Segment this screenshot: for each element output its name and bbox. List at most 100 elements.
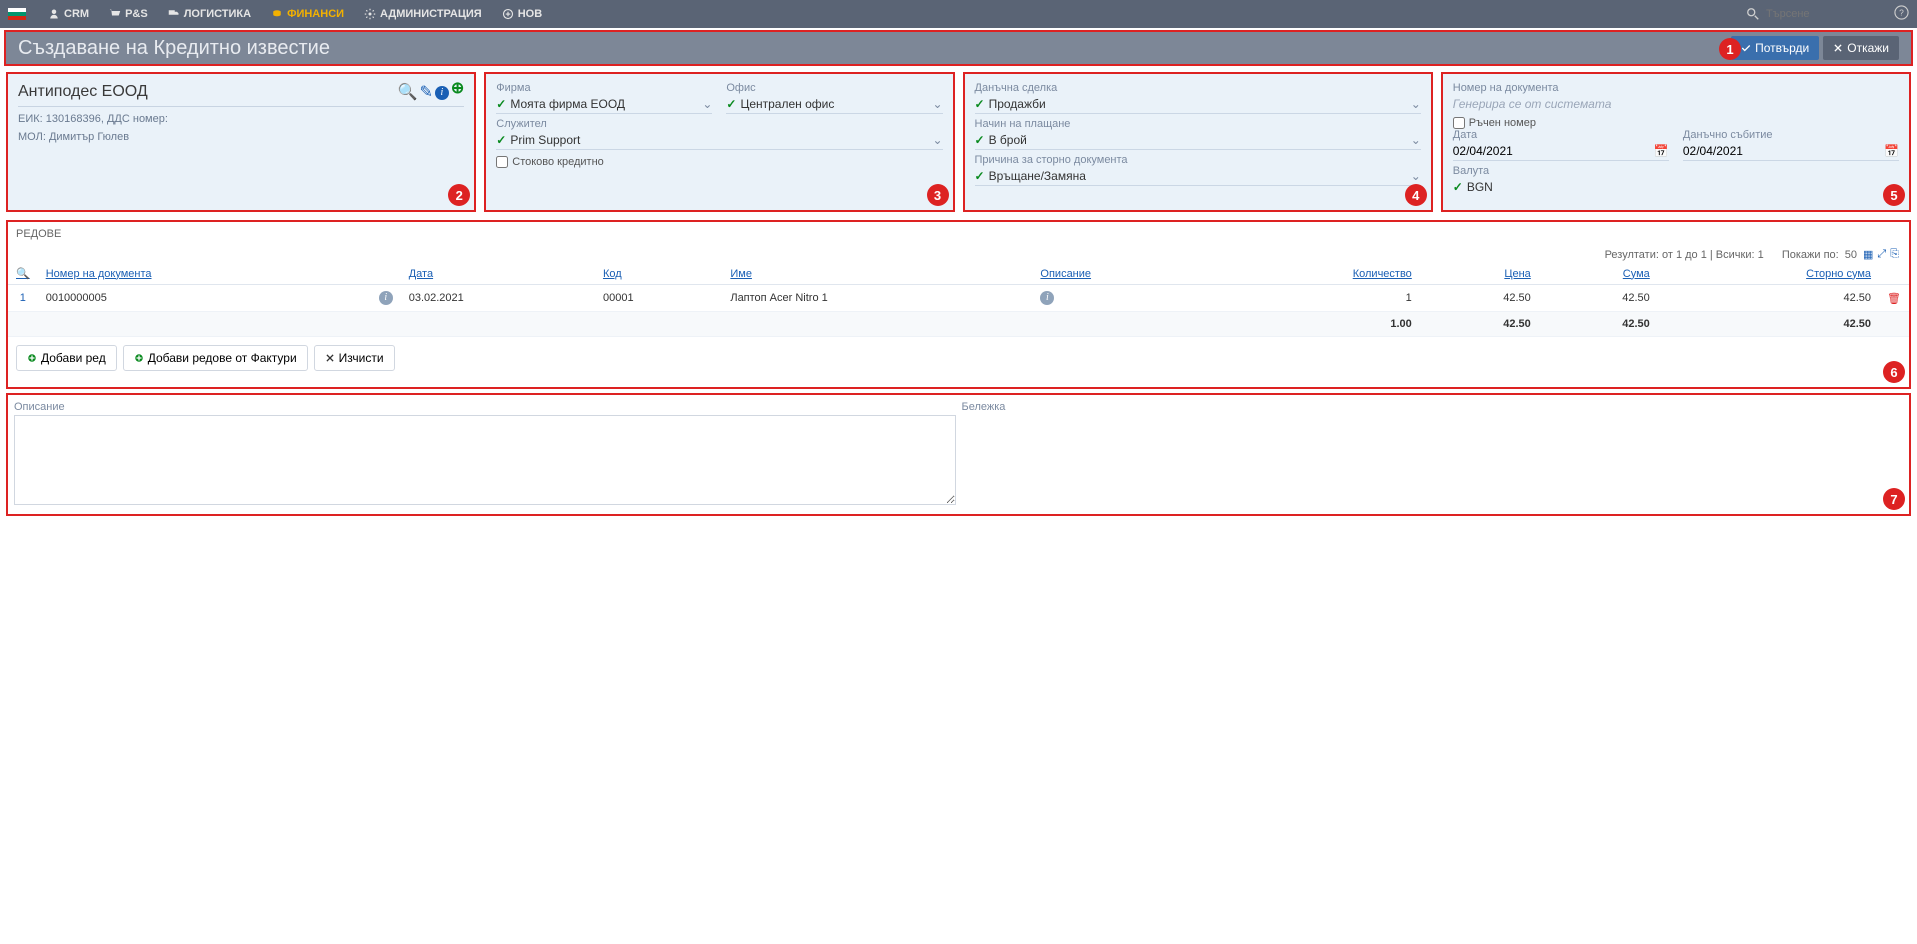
nav-label: ЛОГИСТИКА (184, 8, 251, 20)
date-input[interactable]: 📅 (1453, 142, 1669, 161)
coins-icon (271, 8, 283, 20)
edit-client-icon[interactable]: ✎ (419, 82, 432, 102)
nav-search[interactable] (1746, 7, 1886, 21)
check-icon: ✓ (975, 97, 985, 111)
row-docnum: 0010000005 (38, 285, 371, 312)
cancel-button[interactable]: Откажи (1823, 36, 1899, 60)
nav-ps[interactable]: P&S (99, 0, 158, 28)
tax-event-field[interactable] (1683, 144, 1884, 158)
search-icon (1746, 7, 1760, 21)
office-select[interactable]: ✓ Централен офис ⌄ (726, 95, 942, 114)
annotation-6: 6 (1883, 361, 1905, 383)
tax-deal-select[interactable]: ✓ Продажби ⌄ (975, 95, 1421, 114)
total-price: 42.50 (1420, 312, 1539, 337)
help-icon[interactable]: ? (1894, 5, 1909, 23)
nav-admin[interactable]: АДМИНИСТРАЦИЯ (354, 0, 492, 28)
cart-icon (109, 8, 121, 20)
nav-new[interactable]: НОВ (492, 0, 552, 28)
flag-icon (8, 8, 26, 20)
note-textarea[interactable] (962, 415, 1904, 505)
col-sum[interactable]: Сума (1539, 263, 1658, 285)
close-icon (1833, 43, 1843, 53)
calendar-icon[interactable]: 📅 (1654, 144, 1669, 158)
employee-select[interactable]: ✓ Prim Support ⌄ (496, 131, 942, 150)
doc-card: Номер на документа Генерира се от систем… (1441, 72, 1911, 212)
search-column-icon[interactable]: 🔍 (8, 263, 38, 285)
calendar-icon[interactable]: 📅 (1884, 144, 1899, 158)
chevron-down-icon: ⌄ (1411, 169, 1421, 183)
col-date[interactable]: Дата (401, 263, 595, 285)
row-name: Лаптоп Acer Nitro 1 (722, 285, 1032, 312)
button-label: Потвърди (1755, 41, 1809, 55)
grid-icon[interactable]: ▦ (1863, 248, 1873, 261)
firm-select[interactable]: ✓ Моята фирма ЕООД ⌄ (496, 95, 712, 114)
search-client-icon[interactable]: 🔍 (398, 82, 418, 102)
col-desc[interactable]: Описание (1032, 263, 1214, 285)
row-price: 42.50 (1420, 285, 1539, 312)
trash-icon[interactable]: 🗑 (1887, 293, 1901, 305)
nav-label: P&S (125, 8, 148, 20)
results-text: Резултати: от 1 до 1 | Всички: 1 (1605, 249, 1764, 261)
people-icon (48, 8, 60, 20)
clear-button[interactable]: Изчисти (314, 345, 395, 371)
row-desc: i (1032, 285, 1214, 312)
tax-event-input[interactable]: 📅 (1683, 142, 1899, 161)
currency-select[interactable]: ✓ BGN (1453, 178, 1899, 196)
nav-finance[interactable]: ФИНАНСИ (261, 0, 354, 28)
office-label: Офис (726, 82, 942, 94)
manual-number-checkbox[interactable]: Ръчен номер (1453, 117, 1899, 129)
col-storno[interactable]: Сторно сума (1658, 263, 1879, 285)
row-code: 00001 (595, 285, 722, 312)
col-name[interactable]: Име (722, 263, 1032, 285)
col-price[interactable]: Цена (1420, 263, 1539, 285)
showby-value[interactable]: 50 (1845, 249, 1857, 261)
date-field[interactable] (1453, 144, 1654, 158)
plus-icon (134, 353, 144, 363)
check-icon (1741, 43, 1751, 53)
export-icon[interactable]: ⎘ (1890, 248, 1899, 261)
add-client-icon[interactable]: ⊕ (451, 82, 464, 102)
truck-icon (168, 8, 180, 20)
payment-select[interactable]: ✓ В брой ⌄ (975, 131, 1421, 150)
currency-label: Валута (1453, 165, 1899, 177)
check-icon: ✓ (1453, 180, 1463, 194)
col-qty[interactable]: Количество (1215, 263, 1420, 285)
manual-number-input[interactable] (1453, 117, 1465, 129)
button-label: Изчисти (339, 351, 384, 365)
add-from-invoices-button[interactable]: Добави редове от Фактури (123, 345, 308, 371)
payment-value: В брой (989, 133, 1027, 147)
client-eik: ЕИК: 130168396, ДДС номер: (18, 113, 464, 125)
button-label: Добави ред (41, 351, 106, 365)
reason-value: Връщане/Замяна (989, 169, 1086, 183)
info-client-icon[interactable]: i (435, 82, 449, 102)
table-row[interactable]: 1 0010000005 i 03.02.2021 00001 Лаптоп A… (8, 285, 1909, 312)
tax-deal-value: Продажби (989, 97, 1046, 111)
info-icon[interactable]: i (1040, 291, 1054, 305)
check-icon: ✓ (726, 97, 736, 111)
employee-label: Служител (496, 118, 942, 130)
confirm-button[interactable]: Потвърди (1731, 36, 1819, 60)
search-input[interactable] (1766, 8, 1886, 20)
tax-event-label: Данъчно събитие (1683, 129, 1899, 141)
tax-deal-label: Данъчна сделка (975, 82, 1421, 94)
annotation-5: 5 (1883, 184, 1905, 206)
expand-icon[interactable]: ⤢ (1877, 248, 1886, 261)
reason-select[interactable]: ✓ Връщане/Замяна ⌄ (975, 167, 1421, 186)
stock-credit-checkbox[interactable]: Стоково кредитно (496, 156, 942, 168)
nav-logistics[interactable]: ЛОГИСТИКА (158, 0, 261, 28)
info-icon[interactable]: i (379, 291, 393, 305)
client-mol: МОЛ: Димитър Гюлев (18, 131, 464, 143)
reason-label: Причина за сторно документа (975, 154, 1421, 166)
docnum-value: Генерира се от системата (1453, 95, 1899, 113)
nav-crm[interactable]: CRM (38, 0, 99, 28)
chevron-down-icon: ⌄ (932, 133, 942, 147)
desc-textarea[interactable] (14, 415, 956, 505)
stock-credit-input[interactable] (496, 156, 508, 168)
col-code[interactable]: Код (595, 263, 722, 285)
note-label: Бележка (962, 401, 1006, 413)
firm-value: Моята фирма ЕООД (510, 97, 625, 111)
plus-circle-icon (502, 8, 514, 20)
col-docnum[interactable]: Номер на документа (38, 263, 371, 285)
add-row-button[interactable]: Добави ред (16, 345, 117, 371)
page-title: Създаване на Кредитно известие (18, 37, 1727, 60)
